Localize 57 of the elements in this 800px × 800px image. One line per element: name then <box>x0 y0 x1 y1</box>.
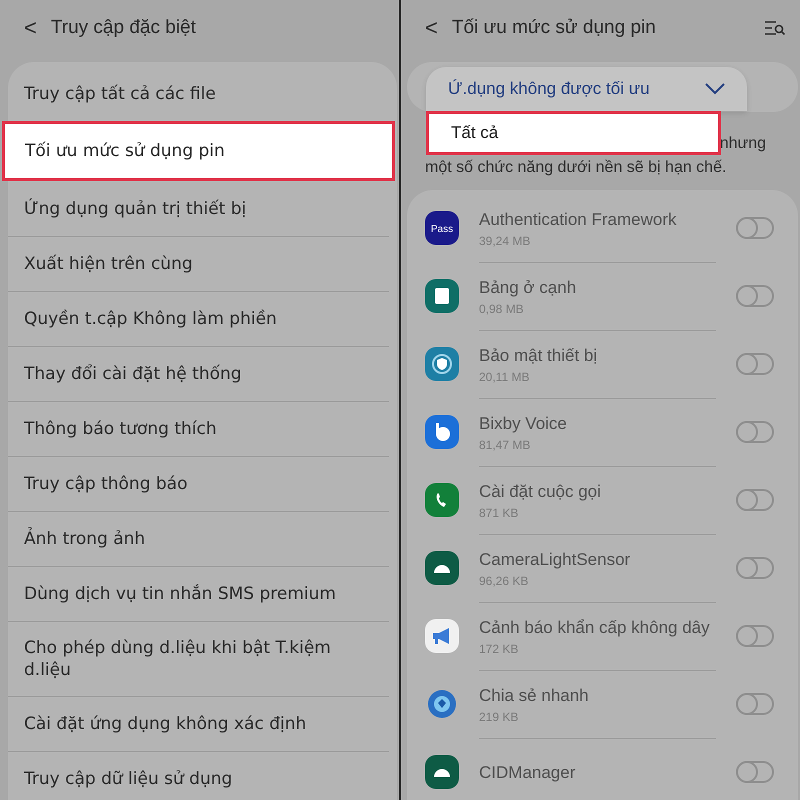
settings-item[interactable]: Thay đổi cài đặt hệ thống <box>8 346 389 401</box>
app-name: Cảnh báo khẩn cấp không dây <box>479 618 711 638</box>
toggle-switch[interactable] <box>736 421 774 443</box>
settings-item[interactable]: Ảnh trong ảnh <box>8 511 389 566</box>
app-size: 81,47 MB <box>479 438 532 452</box>
screen-title: Truy cập đặc biệt <box>50 17 197 39</box>
toggle-switch[interactable] <box>736 285 774 307</box>
app-name: Cài đặt cuộc gọi <box>479 482 602 502</box>
app-icon: Pass <box>425 211 459 245</box>
settings-item[interactable]: Thông báo tương thích <box>8 401 389 456</box>
app-size: 96,26 KB <box>479 574 530 588</box>
settings-item[interactable]: Tối ưu mức sử dụng pin <box>2 121 395 181</box>
app-size: 0,98 MB <box>479 302 525 316</box>
settings-item[interactable]: Truy cập tất cả các file <box>8 66 389 121</box>
toggle-switch[interactable] <box>736 625 774 647</box>
app-icon <box>425 415 459 449</box>
app-icon <box>425 687 459 721</box>
settings-item[interactable]: Xuất hiện trên cùng <box>8 236 389 291</box>
app-icon <box>425 755 459 789</box>
toggle-switch[interactable] <box>736 489 774 511</box>
description-text: một số chức năng dưới nền sẽ bị hạn chế. <box>425 158 728 178</box>
app-size: 39,24 MB <box>479 234 532 248</box>
app-icon <box>425 551 459 585</box>
screen-title: Tối ưu mức sử dụng pin <box>452 17 657 39</box>
dropdown-option[interactable]: Ứ.dụng không được tối ưu <box>426 67 747 111</box>
toggle-switch[interactable] <box>736 761 774 783</box>
settings-item[interactable]: Ứng dụng quản trị thiết bị <box>8 181 389 236</box>
dropdown-option[interactable]: Tất cả <box>426 111 721 155</box>
back-button[interactable]: < <box>24 15 37 41</box>
app-size: 172 KB <box>479 642 520 656</box>
app-name: Bixby Voice <box>479 414 568 434</box>
app-name: CIDManager <box>479 762 576 782</box>
toggle-switch[interactable] <box>736 693 774 715</box>
settings-item[interactable]: Cài đặt ứng dụng không xác định <box>8 696 389 751</box>
toggle-switch[interactable] <box>736 353 774 375</box>
description-text: nhưng <box>720 134 766 154</box>
settings-item[interactable]: Quyền t.cập Không làm phiền <box>8 291 389 346</box>
settings-item[interactable]: Truy cập thông báo <box>8 456 389 511</box>
toggle-switch[interactable] <box>736 217 774 239</box>
app-name: Authentication Framework <box>479 210 678 230</box>
app-icon <box>425 347 459 381</box>
settings-item[interactable]: Cho phép dùng d.liệu khi bật T.kiệm d.liệu <box>8 621 389 696</box>
app-icon <box>425 483 459 517</box>
app-name: Bảo mật thiết bị <box>479 346 598 366</box>
app-icon <box>425 619 459 653</box>
app-icon <box>425 279 459 313</box>
app-size: 871 KB <box>479 506 520 520</box>
app-name: Chia sẻ nhanh <box>479 686 590 706</box>
app-name: Bảng ở cạnh <box>479 278 578 298</box>
settings-item[interactable]: Dùng dịch vụ tin nhắn SMS premium <box>8 566 389 621</box>
app-name: CameraLightSensor <box>479 550 632 570</box>
settings-item[interactable]: Truy cập dữ liệu sử dụng <box>8 751 389 800</box>
app-size: 20,11 MB <box>479 370 530 384</box>
filter-search-icon[interactable] <box>764 20 786 36</box>
app-size: 219 KB <box>479 710 520 724</box>
back-button[interactable]: < <box>425 15 438 41</box>
toggle-switch[interactable] <box>736 557 774 579</box>
